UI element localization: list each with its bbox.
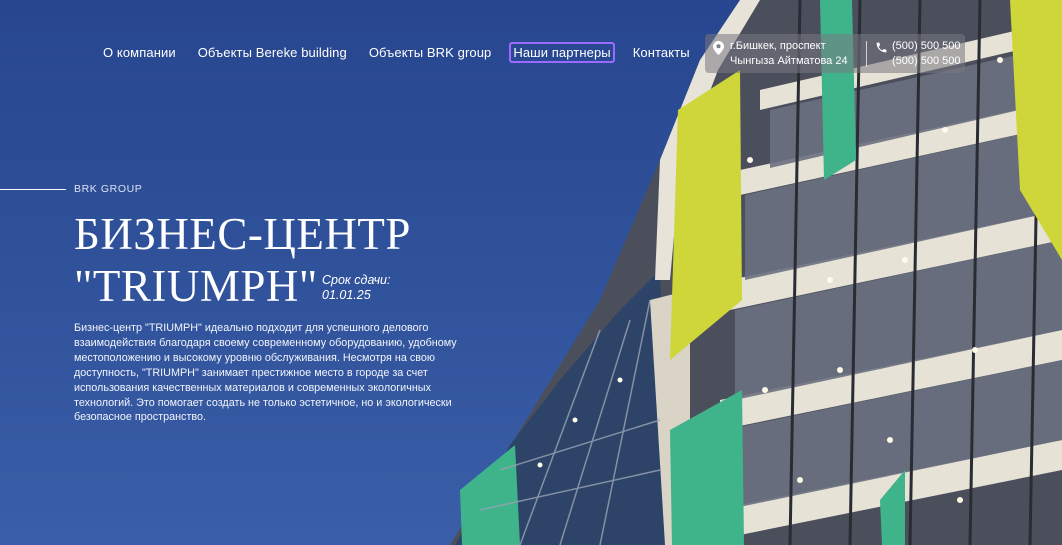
phone-number-2[interactable]: (500) 500 500 — [892, 54, 961, 69]
nav-contacts[interactable]: Контакты — [631, 44, 692, 61]
deadline-block: Срок сдачи: 01.01.25 — [322, 273, 390, 303]
deadline-label: Срок сдачи: — [322, 273, 391, 287]
contact-divider — [866, 40, 867, 67]
address-line-1: г.Бишкек, проспект — [730, 39, 826, 52]
contact-panel: г.Бишкек, проспект Чынгыза Айтматова 24 … — [705, 34, 965, 73]
phone-icon — [876, 42, 887, 52]
kicker-divider — [0, 189, 66, 190]
main-nav: О компании Объекты Bereke building Объек… — [101, 42, 692, 63]
nav-brk-objects[interactable]: Объекты BRK group — [367, 44, 494, 61]
phone-number-1[interactable]: (500) 500 500 — [892, 39, 961, 54]
nav-partners[interactable]: Наши партнеры — [509, 42, 615, 63]
nav-about[interactable]: О компании — [101, 44, 178, 61]
address-line-2: Чынгыза Айтматова 24 — [730, 54, 848, 67]
deadline-date: 01.01.25 — [322, 288, 371, 302]
hero-title-line-1: БИЗНЕС-ЦЕНТР — [74, 209, 411, 259]
phone-block: (500) 500 500 (500) 500 500 — [875, 39, 961, 69]
hero-kicker: BRK GROUP — [74, 183, 143, 195]
nav-bereke-objects[interactable]: Объекты Bereke building — [196, 44, 349, 61]
hero-description: Бизнес-центр "TRIUMPH" идеально подходит… — [74, 322, 457, 424]
hero-title-line-2: "TRIUMPH" — [74, 261, 318, 311]
map-pin-icon — [713, 40, 724, 55]
address-block: г.Бишкек, проспект Чынгыза Айтматова 24 — [705, 39, 858, 69]
